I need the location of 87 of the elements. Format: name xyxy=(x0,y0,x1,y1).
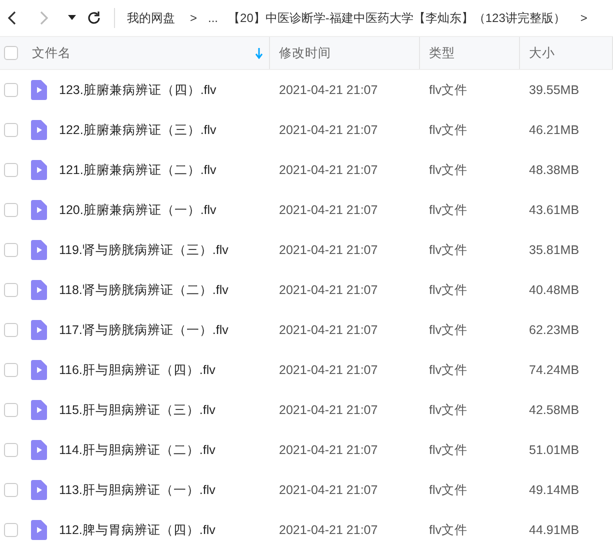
row-checkbox[interactable] xyxy=(4,243,18,257)
sort-arrow-icon[interactable] xyxy=(255,48,263,58)
file-type: flv文件 xyxy=(428,402,468,418)
row-checkbox[interactable] xyxy=(4,363,18,377)
file-size: 74.24MB xyxy=(528,363,580,377)
breadcrumb-link[interactable]: 我的网盘 xyxy=(127,10,175,26)
modified-time: 2021-04-21 21:07 xyxy=(278,83,379,97)
file-type: flv文件 xyxy=(428,122,468,138)
file-name[interactable]: 122.脏腑兼病辨证（三）.flv xyxy=(59,122,216,138)
video-file-icon xyxy=(31,120,47,140)
video-file-icon xyxy=(31,240,47,260)
file-type: flv文件 xyxy=(428,282,468,298)
modified-time: 2021-04-21 21:07 xyxy=(278,523,379,537)
file-size: 39.55MB xyxy=(528,83,580,97)
file-type: flv文件 xyxy=(428,522,468,538)
video-file-icon xyxy=(31,480,47,500)
breadcrumb-link[interactable]: 【20】中医诊断学-福建中医药大学【李灿东】（123讲完整版） xyxy=(228,10,566,26)
row-checkbox[interactable] xyxy=(4,483,18,497)
file-name[interactable]: 118.肾与膀胱病辨证（二）.flv xyxy=(59,282,228,298)
row-checkbox[interactable] xyxy=(4,323,18,337)
file-name[interactable]: 123.脏腑兼病辨证（四）.flv xyxy=(59,82,216,98)
video-file-icon xyxy=(31,280,47,300)
row-checkbox[interactable] xyxy=(4,523,18,537)
back-icon xyxy=(6,10,18,26)
modified-time: 2021-04-21 21:07 xyxy=(278,483,379,497)
refresh-icon xyxy=(86,10,102,26)
file-name[interactable]: 117.肾与膀胱病辨证（一）.flv xyxy=(59,322,228,338)
row-checkbox[interactable] xyxy=(4,443,18,457)
video-file-icon xyxy=(31,440,47,460)
file-size: 49.14MB xyxy=(528,483,580,497)
modified-time: 2021-04-21 21:07 xyxy=(278,443,379,457)
file-size: 48.38MB xyxy=(528,163,580,177)
modified-time: 2021-04-21 21:07 xyxy=(278,203,379,217)
breadcrumb-separator: > xyxy=(190,11,198,25)
file-type: flv文件 xyxy=(428,202,468,218)
file-name[interactable]: 113.肝与胆病辨证（一）.flv xyxy=(59,482,216,498)
video-file-icon xyxy=(31,360,47,380)
file-size: 35.81MB xyxy=(528,243,580,257)
file-size: 44.91MB xyxy=(528,523,580,537)
file-name[interactable]: 120.脏腑兼病辨证（一）.flv xyxy=(59,202,216,218)
video-file-icon xyxy=(31,80,47,100)
file-size: 42.58MB xyxy=(528,403,580,417)
column-header[interactable]: 类型 xyxy=(429,44,455,62)
forward-icon xyxy=(38,10,50,26)
file-type: flv文件 xyxy=(428,482,468,498)
modified-time: 2021-04-21 21:07 xyxy=(278,403,379,417)
video-file-icon xyxy=(31,400,47,420)
video-file-icon xyxy=(31,320,47,340)
file-size: 62.23MB xyxy=(528,323,580,337)
modified-time: 2021-04-21 21:07 xyxy=(278,163,379,177)
modified-time: 2021-04-21 21:07 xyxy=(278,123,379,137)
modified-time: 2021-04-21 21:07 xyxy=(278,323,379,337)
modified-time: 2021-04-21 21:07 xyxy=(278,283,379,297)
video-file-icon xyxy=(31,160,47,180)
file-name[interactable]: 112.脾与胃病辨证（四）.flv xyxy=(59,522,216,538)
file-name[interactable]: 119.肾与膀胱病辨证（三）.flv xyxy=(59,242,228,258)
file-type: flv文件 xyxy=(428,82,468,98)
file-type: flv文件 xyxy=(428,442,468,458)
file-size: 43.61MB xyxy=(528,203,580,217)
file-type: flv文件 xyxy=(428,162,468,178)
file-name[interactable]: 115.肝与胆病辨证（三）.flv xyxy=(59,402,216,418)
file-name[interactable]: 116.肝与胆病辨证（四）.flv xyxy=(59,362,216,378)
breadcrumb-separator: > xyxy=(580,11,588,25)
file-size: 51.01MB xyxy=(528,443,580,457)
column-header[interactable]: 文件名 xyxy=(32,44,255,62)
video-file-icon xyxy=(31,520,47,540)
file-size: 40.48MB xyxy=(528,283,580,297)
modified-time: 2021-04-21 21:07 xyxy=(278,243,379,257)
caret-icon xyxy=(68,15,76,21)
file-type: flv文件 xyxy=(428,362,468,378)
row-checkbox[interactable] xyxy=(4,283,18,297)
row-checkbox[interactable] xyxy=(4,403,18,417)
file-name[interactable]: 114.肝与胆病辨证（二）.flv xyxy=(59,442,216,458)
row-checkbox[interactable] xyxy=(4,163,18,177)
file-size: 46.21MB xyxy=(528,123,580,137)
select-all-checkbox[interactable] xyxy=(4,46,18,60)
row-checkbox[interactable] xyxy=(4,123,18,137)
column-header[interactable]: 修改时间 xyxy=(279,44,331,62)
modified-time: 2021-04-21 21:07 xyxy=(278,363,379,377)
breadcrumb-link[interactable]: ... xyxy=(208,11,218,25)
file-type: flv文件 xyxy=(428,242,468,258)
row-checkbox[interactable] xyxy=(4,83,18,97)
column-header[interactable]: 大小 xyxy=(529,44,555,62)
video-file-icon xyxy=(31,200,47,220)
file-type: flv文件 xyxy=(428,322,468,338)
row-checkbox[interactable] xyxy=(4,203,18,217)
file-name[interactable]: 121.脏腑兼病辨证（二）.flv xyxy=(59,162,216,178)
